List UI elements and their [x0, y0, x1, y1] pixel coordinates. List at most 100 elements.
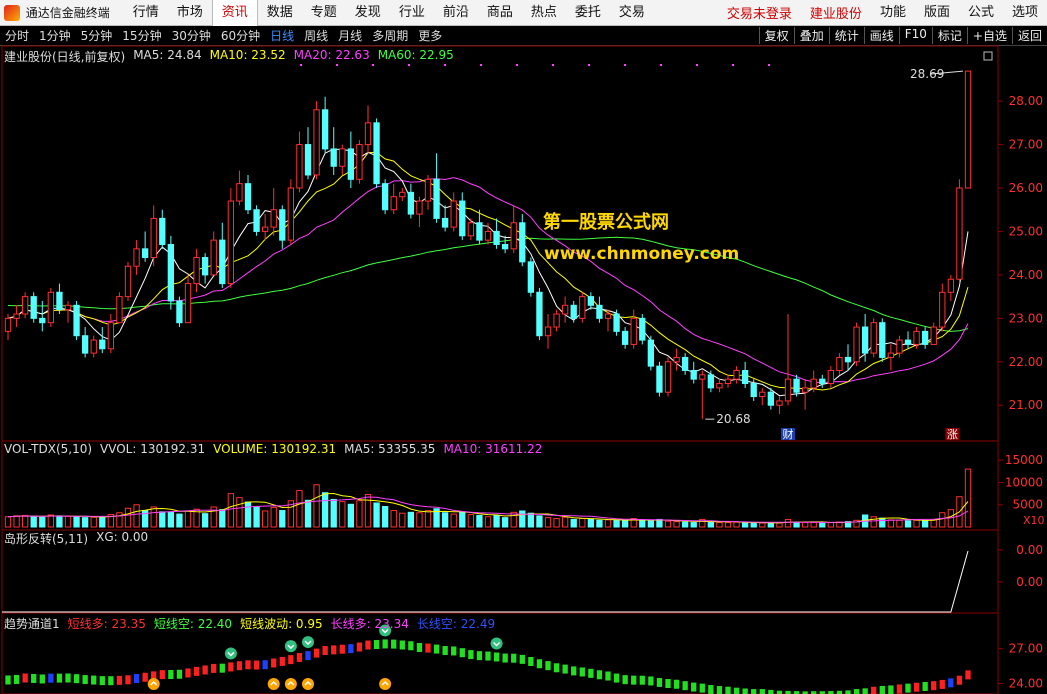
xg-label: XG: 0.00 [96, 530, 149, 544]
vol-bar-0 [4, 516, 12, 528]
buy-signal-icon-1 [267, 678, 280, 690]
price-tick-label-3: 24.00 [1009, 268, 1043, 282]
candle-body-25 [219, 239, 226, 285]
trend-dash-101 [871, 686, 877, 694]
vol-bar-103 [887, 519, 895, 528]
vol-bar-10 [90, 516, 97, 528]
candle-body-35 [304, 144, 312, 176]
trend-dash-69 [596, 670, 603, 680]
candle-body-67 [579, 296, 586, 319]
volume-label: VOLUME: 130192.31 [213, 442, 337, 456]
trend-dash-70 [605, 671, 611, 681]
sell-signal-icon-1 [284, 640, 297, 653]
vol-bar-27 [236, 497, 243, 528]
vol-bar-72 [621, 520, 629, 528]
trend-dash-74 [639, 675, 645, 685]
trend-dash-42 [365, 640, 371, 650]
candle-body-111 [956, 187, 963, 280]
trend-tick-label-0: 24.00 [1009, 677, 1043, 691]
trend-dash-108 [931, 681, 937, 691]
vol-bar-93 [801, 522, 809, 528]
trend-dash-53 [459, 648, 465, 658]
candle-body-92 [793, 378, 800, 393]
vol-bar-77 [664, 520, 672, 528]
high-label: 28.69 [910, 67, 944, 81]
vol-bar-68 [587, 518, 595, 528]
candle-body-94 [810, 378, 817, 389]
watermark-url: www.chnmoney.com [544, 244, 740, 264]
candle-body-33 [287, 187, 295, 241]
trend-header: 趋势通道1 短线多: 23.35 短线空: 22.40 短线波动: 0.95 长… [4, 615, 495, 632]
chart-canvas[interactable]: 21.00 22.00 23.00 24.00 25.00 26.00 27.00 28.00… [0, 0, 1047, 694]
trend-dash-47 [408, 641, 414, 651]
candle-body-20 [176, 300, 183, 324]
trend-dash-0 [5, 675, 11, 685]
vol-bar-30 [261, 510, 269, 528]
trend-dash-107 [922, 681, 928, 691]
candle-body-72 [621, 330, 629, 345]
ma60-label: MA60: 22.95 [377, 48, 454, 62]
trend-dash-81 [699, 683, 705, 693]
candle-body-32 [279, 209, 286, 241]
vol-bar-58 [501, 517, 509, 528]
vol-bar-29 [253, 506, 260, 528]
sell-signal-icon-2 [302, 636, 314, 649]
vol-unit-label: X10 [1023, 514, 1045, 527]
trend-dash-68 [588, 668, 594, 678]
price-tick-label-1: 22.00 [1009, 355, 1043, 369]
trend-dash-1 [13, 674, 20, 684]
stock-terminal: 通达信金融终端 行情 市场 资讯 数据 专题 发现 行业 前沿 商品 热点 委托 交易 交易未登录 建… [0, 0, 1047, 694]
candle-body-93 [801, 387, 809, 393]
vol-bar-8 [73, 516, 80, 528]
trend-dash-27 [236, 661, 243, 671]
candle-body-11 [99, 339, 106, 350]
candle-body-98 [844, 356, 852, 363]
candle-body-45 [390, 196, 397, 211]
candle-body-21 [184, 283, 192, 324]
vol-bar-46 [399, 512, 406, 528]
vol-bar-55 [476, 514, 483, 528]
trend-dash-51 [442, 646, 448, 656]
candle-body-42 [364, 122, 372, 146]
vol-bar-85 [733, 521, 740, 528]
vol-bar-104 [896, 519, 903, 528]
trend-dash-11 [99, 676, 105, 686]
trend-dash-54 [468, 650, 474, 660]
trend-indicator-name: 趋势通道1 [4, 617, 60, 631]
vol-bar-40 [347, 503, 355, 528]
vol-bar-66 [570, 518, 577, 528]
trend-dash-41 [356, 642, 363, 652]
top-dot-13 [768, 64, 770, 66]
vol-bar-37 [321, 492, 329, 528]
candle-body-106 [913, 330, 920, 345]
ma20-label: MA20: 22.63 [293, 48, 370, 62]
vol-bar-96 [827, 522, 835, 528]
candle-body-46 [399, 191, 406, 198]
vol-bar-82 [707, 521, 715, 528]
trend-dash-23 [202, 665, 208, 675]
candle-body-65 [561, 304, 569, 315]
candle-body-90 [776, 400, 783, 406]
vol-bar-3 [30, 515, 37, 528]
vol-bar-25 [219, 509, 226, 528]
vol-bar-92 [793, 521, 800, 528]
candle-body-1 [13, 313, 20, 319]
trend-dash-88 [759, 689, 765, 694]
trend-dash-48 [416, 642, 423, 652]
trend-dash-105 [905, 683, 911, 693]
corner-diamond-icon [983, 51, 993, 61]
trend-dash-29 [253, 660, 260, 670]
candle-body-88 [759, 391, 766, 398]
vol-ma5-label: MA5: 53355.35 [344, 442, 436, 456]
price-tick-label-0: 21.00 [1009, 398, 1043, 412]
top-dot-9 [624, 64, 626, 66]
vol-bar-49 [424, 510, 432, 528]
candle-body-29 [253, 209, 260, 232]
vol-bar-71 [613, 519, 620, 528]
vol-bar-34 [296, 489, 303, 528]
top-dot-11 [696, 64, 698, 66]
trend-dash-75 [648, 676, 654, 686]
vol-bar-15 [133, 504, 140, 528]
buy-signal-icon-4 [379, 678, 392, 690]
trend-tick-label-1: 27.00 [1009, 642, 1043, 656]
